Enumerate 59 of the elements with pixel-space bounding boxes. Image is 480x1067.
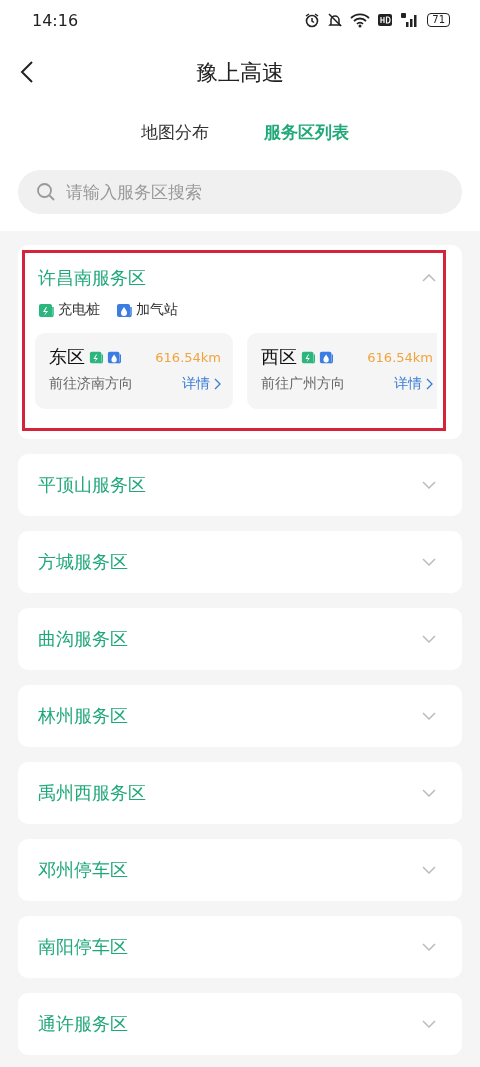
charging-station-icon <box>301 349 317 365</box>
chevron-up-icon <box>422 274 436 282</box>
distance: 616.54km <box>155 349 221 365</box>
service-area-name: 通许服务区 <box>38 1012 128 1036</box>
service-area-name: 南阳停车区 <box>38 935 128 959</box>
zone-card[interactable]: 东区 616.54km 前往济南方向 详情 <box>35 333 233 409</box>
service-area-card[interactable]: 通许服务区 <box>18 993 462 1055</box>
direction: 前往广州方向 <box>261 375 345 393</box>
charging-station-icon <box>38 302 56 318</box>
zone-card[interactable]: 西区 616.54km 前往广州方向 详情 <box>247 333 437 409</box>
service-area-name: 禹州西服务区 <box>38 781 146 805</box>
distance: 616.54km <box>367 349 433 365</box>
service-area-card[interactable]: 平顶山服务区 <box>18 454 462 516</box>
chevron-down-icon <box>422 866 436 874</box>
service-area-card[interactable]: 林州服务区 <box>18 685 462 747</box>
details-link[interactable]: 详情 <box>394 375 433 393</box>
service-area-name: 曲沟服务区 <box>38 627 128 651</box>
service-area-card[interactable]: 曲沟服务区 <box>18 608 462 670</box>
facility-label: 充电桩 <box>58 301 100 319</box>
charging-station-icon <box>89 349 105 365</box>
battery-icon: 71 <box>427 13 450 27</box>
chevron-down-icon <box>422 558 436 566</box>
service-area-name: 邓州停车区 <box>38 858 128 882</box>
search-field[interactable]: 请输入服务区搜索 <box>18 170 462 214</box>
details-link[interactable]: 详情 <box>182 375 221 393</box>
chevron-down-icon <box>422 1020 436 1028</box>
tab[interactable]: 地图分布 <box>141 117 209 148</box>
chevron-down-icon <box>422 789 436 797</box>
gas-station-icon <box>116 302 134 318</box>
service-area-card[interactable]: 许昌南服务区 充电桩 加气站 东区 616.54km 前往济南方向 详情 西区 616.54km 前往广州方向 详情 <box>18 245 462 439</box>
service-area-name: 许昌南服务区 <box>38 266 146 290</box>
gas-station-icon <box>107 349 123 365</box>
chevron-right-icon <box>426 378 433 390</box>
zone-name: 西区 <box>261 345 297 369</box>
chevron-right-icon <box>214 378 221 390</box>
back-button[interactable] <box>20 60 34 84</box>
facility-label: 加气站 <box>136 301 178 319</box>
alarm-icon <box>304 12 321 28</box>
service-area-name: 方城服务区 <box>38 550 128 574</box>
chevron-down-icon <box>422 712 436 720</box>
direction: 前往济南方向 <box>49 375 133 393</box>
service-area-card[interactable]: 南阳停车区 <box>18 916 462 978</box>
hd-icon <box>377 12 394 28</box>
chevron-down-icon <box>422 635 436 643</box>
service-area-card[interactable]: 邓州停车区 <box>18 839 462 901</box>
wifi-icon <box>350 12 371 28</box>
service-area-name: 林州服务区 <box>38 704 128 728</box>
gas-station-icon <box>319 349 335 365</box>
back-icon <box>20 60 34 84</box>
bell-off-icon <box>327 12 344 28</box>
service-area-name: 平顶山服务区 <box>38 473 146 497</box>
service-area-card[interactable]: 禹州西服务区 <box>18 762 462 824</box>
status-time: 14:16 <box>32 10 79 30</box>
chevron-down-icon <box>422 943 436 951</box>
service-area-card[interactable]: 方城服务区 <box>18 531 462 593</box>
zone-name: 东区 <box>49 345 85 369</box>
tab[interactable]: 服务区列表 <box>264 117 349 148</box>
chevron-down-icon <box>422 481 436 489</box>
page-title: 豫上高速 <box>196 58 284 87</box>
